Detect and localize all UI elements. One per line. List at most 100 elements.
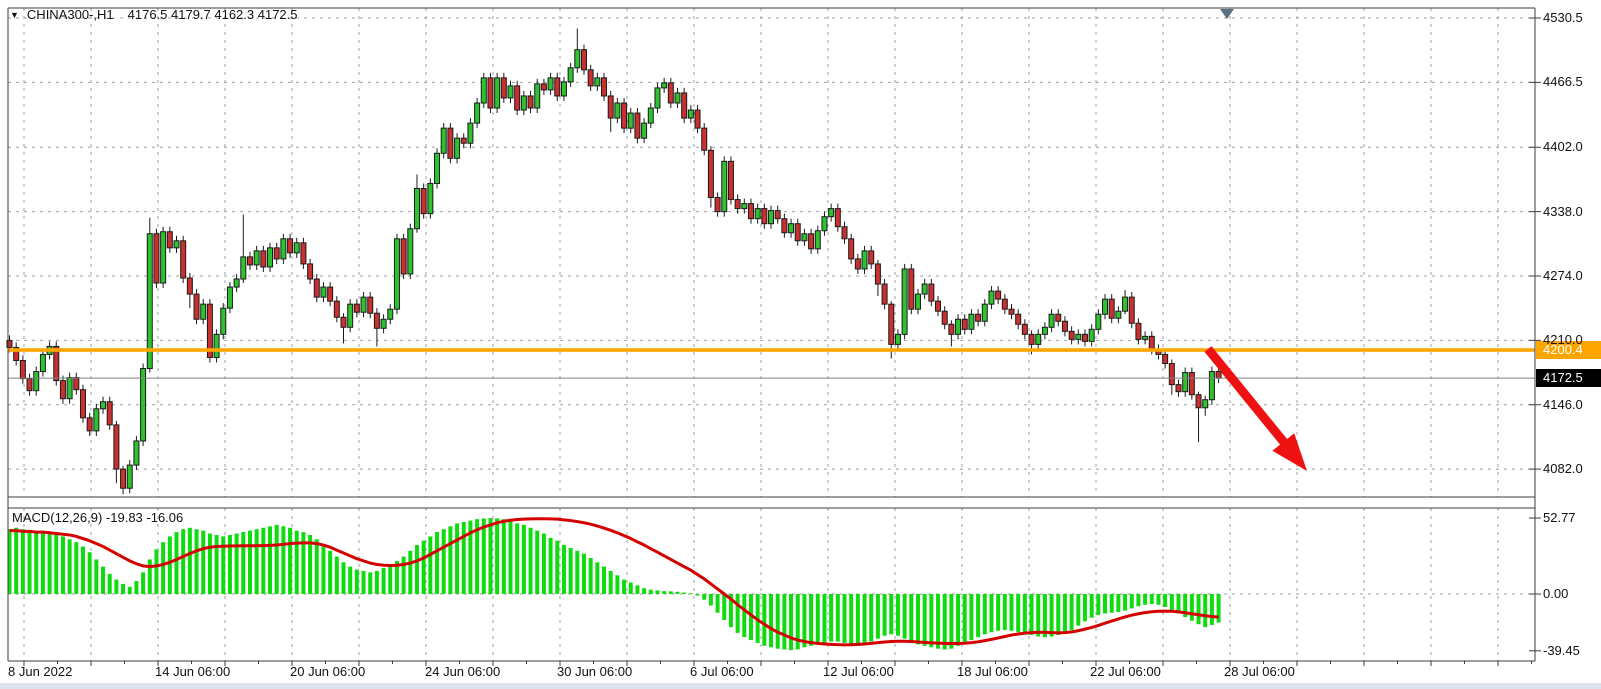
candle-body xyxy=(936,301,941,311)
macd-bar xyxy=(989,594,993,632)
price-tick-label: 4210.0 xyxy=(1543,332,1583,347)
candle-body xyxy=(682,93,687,118)
macd-bar xyxy=(876,594,880,639)
candle-body xyxy=(1209,372,1214,400)
macd-bar xyxy=(168,536,172,594)
macd-bar xyxy=(121,584,125,594)
candle-body xyxy=(915,294,920,309)
macd-bar xyxy=(388,565,392,594)
candle-body xyxy=(715,198,720,212)
candle-body xyxy=(1169,364,1174,385)
candle-body xyxy=(561,82,566,96)
candle-body xyxy=(435,153,440,183)
macd-histogram xyxy=(8,518,1221,650)
candle-body xyxy=(328,287,333,301)
macd-bar xyxy=(402,557,406,594)
macd-bar xyxy=(235,534,239,594)
macd-bar xyxy=(281,526,285,594)
candle-body xyxy=(722,161,727,211)
candle-body xyxy=(495,78,500,108)
macd-bar xyxy=(355,570,359,594)
macd-bar xyxy=(1070,594,1074,630)
macd-bar xyxy=(1123,594,1127,611)
macd-bar xyxy=(702,594,706,600)
candle-body xyxy=(1129,297,1134,323)
macd-bar xyxy=(215,535,219,594)
candle-body xyxy=(501,78,506,98)
macd-bar xyxy=(348,567,352,594)
macd-bar xyxy=(288,528,292,594)
candle-body xyxy=(1082,334,1087,341)
macd-bar xyxy=(622,580,626,594)
macd-bar xyxy=(21,529,25,594)
macd-bar xyxy=(68,539,72,594)
candle-body xyxy=(1103,299,1108,314)
macd-bar xyxy=(996,594,1000,631)
macd-bar xyxy=(88,552,92,594)
price-tick-label: 4338.0 xyxy=(1543,204,1583,219)
candle-body xyxy=(708,150,713,197)
macd-bar xyxy=(114,580,118,594)
macd-bar xyxy=(529,528,533,594)
price-tick-label: 4402.0 xyxy=(1543,139,1583,154)
macd-bar xyxy=(542,534,546,594)
macd-bar xyxy=(41,531,45,594)
macd-bar xyxy=(1063,594,1067,633)
candle-body xyxy=(1116,311,1121,318)
macd-bar xyxy=(709,594,713,606)
candle-body xyxy=(862,251,867,269)
time-tick-label: 24 Jun 06:00 xyxy=(425,664,500,679)
candle-body xyxy=(121,469,126,488)
macd-bar xyxy=(1103,594,1107,613)
candle-body xyxy=(555,78,560,96)
candle-body xyxy=(882,284,887,304)
candle-body xyxy=(762,209,767,224)
macd-bar xyxy=(522,525,526,594)
macd-bar xyxy=(869,594,873,642)
candle-body xyxy=(1022,324,1027,334)
candle-body xyxy=(595,78,600,86)
macd-bar xyxy=(1116,594,1120,612)
candle-body xyxy=(455,138,460,158)
candle-body xyxy=(461,138,466,143)
candle-body xyxy=(769,211,774,224)
candle-body xyxy=(361,297,366,312)
macd-bar xyxy=(1163,594,1167,607)
macd-bar xyxy=(976,594,980,637)
candle-body xyxy=(702,128,707,150)
candle-body xyxy=(588,70,593,86)
macd-bar xyxy=(1130,594,1134,608)
candle-body xyxy=(40,354,45,371)
candle-body xyxy=(742,204,747,209)
macd-bar xyxy=(642,588,646,594)
macd-bar xyxy=(909,594,913,642)
candle-body xyxy=(989,291,994,304)
candle-body xyxy=(929,284,934,301)
candle-body xyxy=(1029,334,1034,344)
macd-bar xyxy=(428,536,432,594)
macd-bar xyxy=(816,594,820,644)
macd-bar xyxy=(462,522,466,594)
macd-bar xyxy=(408,551,412,594)
macd-bar xyxy=(956,594,960,646)
macd-tick-label: -39.45 xyxy=(1543,643,1580,658)
macd-bar xyxy=(134,581,138,594)
candle-body xyxy=(1143,336,1148,339)
candle-body xyxy=(1036,334,1041,344)
macd-bar xyxy=(74,542,78,594)
time-tick-label: 22 Jul 06:00 xyxy=(1090,664,1161,679)
candle-body xyxy=(642,123,647,138)
macd-bar xyxy=(268,526,272,594)
candle-body xyxy=(167,232,172,248)
candle-body xyxy=(221,308,226,334)
symbol-dropdown-icon[interactable]: ▼ xyxy=(10,10,19,20)
candle-body xyxy=(20,360,25,378)
macd-bar xyxy=(1143,594,1147,605)
candle-body xyxy=(321,287,326,297)
macd-bar xyxy=(1076,594,1080,626)
candle-body xyxy=(187,278,192,294)
candle-body xyxy=(481,78,486,103)
macd-bar xyxy=(342,562,346,594)
price-tick-label: 4530.5 xyxy=(1543,10,1583,25)
macd-bar xyxy=(435,532,439,594)
